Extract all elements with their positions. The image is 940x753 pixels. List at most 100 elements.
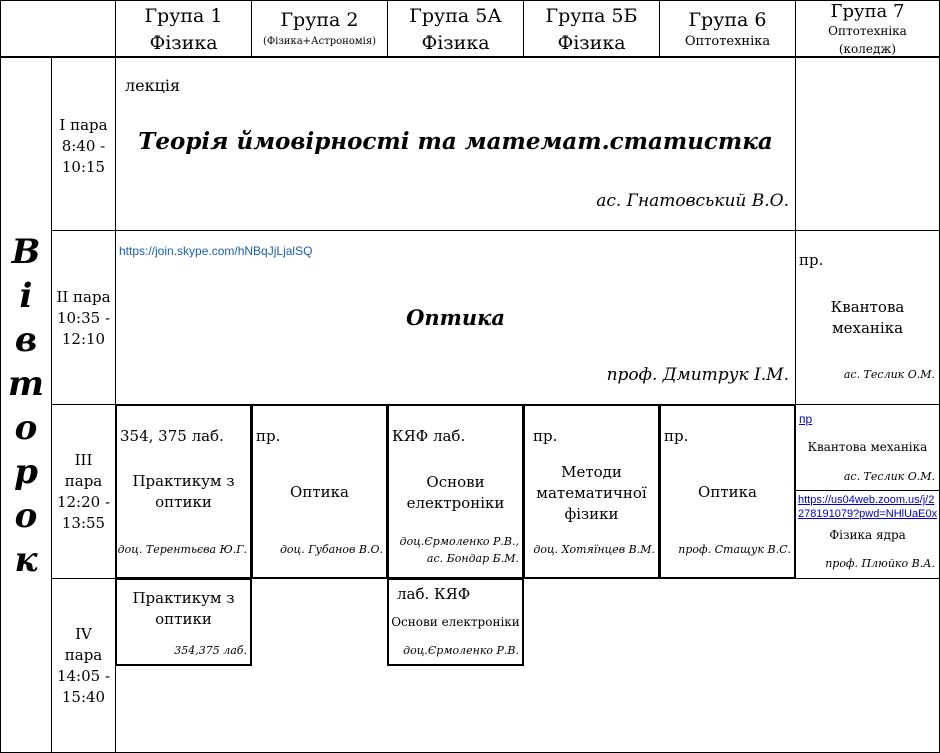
- g2-cell-pair3: пр. Оптика доц. Губанов В.О.: [251, 404, 388, 579]
- teacher: ас. Теслик О.М.: [843, 368, 935, 381]
- pair-end: 15:40: [61, 688, 106, 706]
- pair-end: 12:10: [61, 330, 106, 348]
- teacher: ас. Бондар Б.М.: [426, 552, 519, 565]
- pair-start: 8:40 -: [61, 137, 106, 155]
- subject-line: Квантова: [830, 298, 905, 316]
- zoom-link[interactable]: https://us04web.zoom.us/j/2: [798, 493, 937, 507]
- teacher: проф. Стащук В.С.: [678, 543, 791, 556]
- g5b-cell-pair3: пр. Методи математичної фізики доц. Хотя…: [523, 404, 660, 579]
- day-cell: В і в т о р о к: [0, 57, 52, 753]
- subject-line: оптики: [155, 610, 212, 628]
- subject-line: Оптика: [290, 483, 349, 501]
- time-cell-2: ІІ пара 10:35 - 12:10: [51, 230, 116, 405]
- day-letter: в: [14, 320, 38, 360]
- pair-end: 10:15: [61, 158, 106, 176]
- subject-line: оптики: [155, 493, 212, 511]
- group-spec: Оптотехніка: [684, 34, 771, 49]
- group-header-2: Група 2 (Фізика+Астрономія): [251, 0, 388, 57]
- subject-line: механіка: [831, 319, 904, 337]
- subject-line: електроніки: [406, 494, 505, 512]
- group-header-5b: Група 5Б Фізика: [523, 0, 660, 57]
- day-letter: і: [19, 276, 33, 316]
- group-name: Група 1: [144, 5, 223, 27]
- room: 354,375 лаб.: [174, 644, 247, 657]
- pair-start: 12:20 -: [56, 493, 111, 511]
- g1-cell-pair4: Практикум з оптики 354,375 лаб.: [115, 578, 252, 666]
- zoom-link[interactable]: 278191079?pwd=NHlUaE0x: [798, 507, 937, 521]
- subject-line: Практикум з: [132, 589, 235, 607]
- group-spec: Фізика: [557, 32, 626, 54]
- day-letter: р: [14, 452, 38, 492]
- group-spec-note: (коледж): [838, 42, 897, 56]
- class-type: лаб. КЯФ: [397, 585, 471, 603]
- g5a-cell-pair3: КЯФ лаб. Основи електроніки доц.Єрмоленк…: [387, 404, 524, 579]
- teacher: ас. Теслик О.М.: [843, 470, 935, 483]
- class-type: пр.: [533, 427, 558, 445]
- g7-cell-pair3-bottom: https://us04web.zoom.us/j/2 278191079?pw…: [795, 490, 940, 579]
- pair-number: ІІ пара: [56, 288, 111, 306]
- pair-label: пара: [64, 472, 103, 490]
- group-name: Група 2: [280, 9, 359, 31]
- group-name: Група 7: [830, 1, 905, 22]
- subject-title: Теорія ймовірності та математ.статистка: [138, 128, 773, 155]
- group-spec: Фізика: [421, 32, 490, 54]
- group-name: Група 5Б: [545, 5, 638, 27]
- subject-line: Основи: [426, 473, 485, 491]
- teacher: проф. Дмитрук І.М.: [606, 365, 789, 385]
- lecture-cell-pair2: https://join.skype.com/hNBqJjLjalSQ Опти…: [115, 230, 796, 405]
- group-spec: Фізика: [149, 32, 218, 54]
- g7-cell-pair3-top: пр Квантова механіка ас. Теслик О.М.: [795, 404, 940, 491]
- subject-line: Методи: [561, 463, 622, 481]
- g5a-cell-pair4: лаб. КЯФ Основи електроніки доц.Єрмоленк…: [387, 578, 524, 666]
- pair-start: 10:35 -: [56, 309, 111, 327]
- teacher: доц.Єрмоленко Р.В.,: [399, 535, 519, 548]
- empty-cell-g7-pair1: [795, 57, 940, 231]
- lecture-cell-pair1: лекція Теорія ймовірності та математ.ста…: [115, 57, 796, 231]
- class-type: пр.: [799, 251, 824, 269]
- pair-end: 13:55: [61, 514, 106, 532]
- pair-number: ІІІ: [74, 451, 93, 469]
- subject-line: математичної: [536, 484, 647, 502]
- skype-link[interactable]: https://join.skype.com/hNBqJjLjalSQ: [119, 244, 312, 258]
- group-spec: (Фізика+Астрономія): [262, 36, 377, 47]
- subject-line: Фізика ядра: [829, 528, 906, 542]
- group-name: Група 6: [688, 9, 767, 31]
- subject-line: фізики: [564, 505, 619, 523]
- group-header-7: Група 7 Оптотехніка (коледж): [795, 0, 940, 57]
- g7-cell-pair2: пр. Квантова механіка ас. Теслик О.М.: [795, 230, 940, 405]
- pair-start: 14:05 -: [56, 667, 111, 685]
- pair-number: IV: [75, 625, 92, 643]
- teacher: ас. Гнатовський В.О.: [596, 191, 789, 211]
- subject-line: Квантова механіка: [807, 440, 928, 454]
- teacher: доц.Єрмоленко Р.В.: [403, 644, 519, 657]
- time-cell-3: ІІІ пара 12:20 - 13:55: [51, 404, 116, 579]
- subject-line: Практикум з: [132, 472, 235, 490]
- time-cell-1: І пара 8:40 - 10:15: [51, 57, 116, 231]
- pair-label: пара: [64, 646, 103, 664]
- subject-line: Основи електроніки: [391, 615, 520, 629]
- g1-cell-pair3: 354, 375 лаб. Практикум з оптики доц. Те…: [115, 404, 252, 579]
- subject-line: Оптика: [698, 483, 757, 501]
- group-header-1: Група 1 Фізика: [115, 0, 252, 57]
- teacher: доц. Хотяїнцев В.М.: [533, 543, 655, 556]
- corner-cell: [0, 0, 116, 57]
- class-type: лекція: [125, 76, 181, 95]
- group-spec: Оптотехніка: [828, 24, 907, 38]
- time-cell-4: IV пара 14:05 - 15:40: [51, 578, 116, 753]
- day-letter: В: [11, 232, 41, 272]
- class-type: КЯФ лаб.: [392, 427, 466, 445]
- day-letter: к: [14, 540, 38, 580]
- group-header-5a: Група 5А Фізика: [387, 0, 524, 57]
- subject-title: Оптика: [406, 305, 505, 330]
- class-type: пр.: [664, 427, 689, 445]
- class-type: 354, 375 лаб.: [120, 427, 224, 445]
- pair-number: І пара: [59, 116, 108, 134]
- teacher: доц. Терентьєва Ю.Г.: [117, 543, 247, 556]
- teacher: проф. Плюйко В.А.: [825, 557, 935, 570]
- practice-link[interactable]: пр: [799, 412, 812, 426]
- day-letter: о: [14, 496, 38, 536]
- day-letter: т: [8, 364, 44, 404]
- group-header-6: Група 6 Оптотехніка: [659, 0, 796, 57]
- teacher: доц. Губанов В.О.: [279, 543, 383, 556]
- group-name: Група 5А: [409, 5, 502, 27]
